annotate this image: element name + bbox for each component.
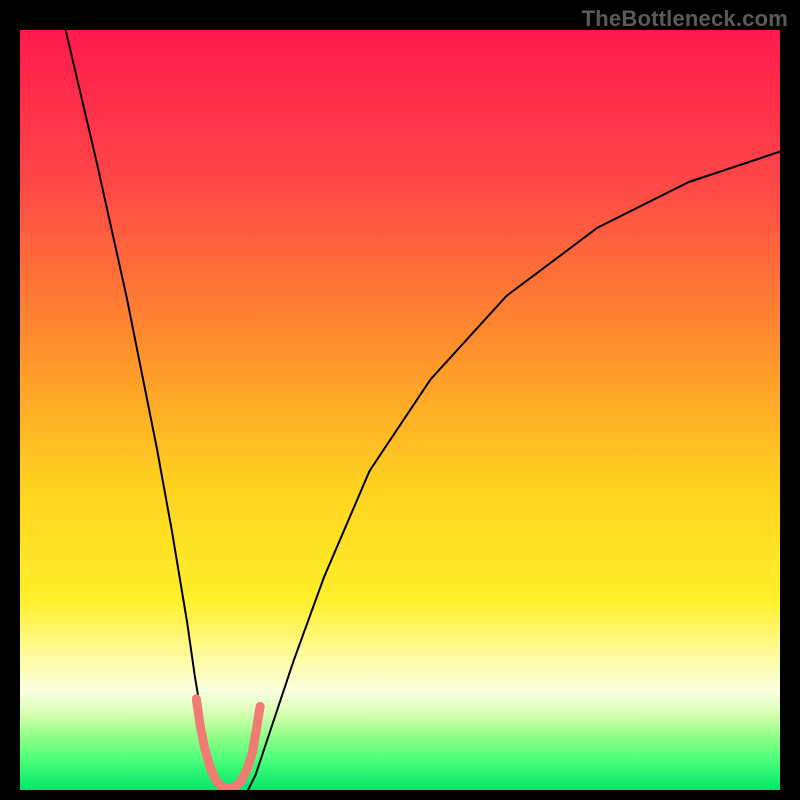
watermark-text: TheBottleneck.com <box>582 6 788 32</box>
chart-frame: TheBottleneck.com <box>0 0 800 800</box>
chart-background <box>20 30 780 790</box>
chart-plot-area <box>20 30 780 790</box>
chart-svg <box>20 30 780 790</box>
